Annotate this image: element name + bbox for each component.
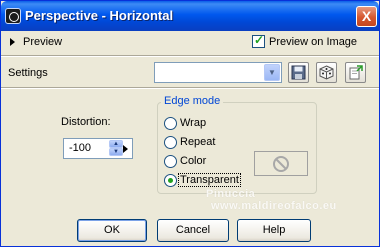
radio-wrap-label[interactable]: Wrap — [180, 117, 206, 129]
distortion-spinner[interactable]: ▲ ▼ — [109, 140, 123, 157]
radio-color[interactable] — [164, 155, 177, 168]
radio-repeat[interactable] — [164, 136, 177, 149]
spin-down-icon[interactable]: ▼ — [109, 148, 123, 156]
ok-button[interactable]: OK — [77, 219, 147, 242]
distortion-label: Distortion: — [61, 116, 111, 128]
save-preset-icon — [291, 65, 306, 80]
disabled-icon — [273, 156, 289, 172]
save-preset-button[interactable] — [288, 62, 309, 83]
divider — [1, 55, 379, 57]
edge-mode-title: Edge mode — [161, 95, 224, 107]
expand-preview-icon[interactable] — [10, 38, 15, 46]
spin-up-icon[interactable]: ▲ — [109, 140, 123, 148]
checkmark-icon: ✓ — [254, 33, 265, 47]
cancel-button[interactable]: Cancel — [157, 219, 229, 242]
radio-transparent[interactable] — [164, 174, 177, 187]
watermark-line2: www.maldireofalco.eu — [211, 200, 337, 212]
title-bar[interactable]: Perspective - Horizontal X — [1, 1, 379, 31]
randomize-icon — [319, 65, 334, 80]
chevron-down-icon[interactable]: ▼ — [264, 64, 280, 81]
preview-on-image-label[interactable]: Preview on Image — [269, 36, 357, 48]
distortion-value[interactable]: -100 — [69, 142, 91, 154]
close-button[interactable]: X — [356, 6, 377, 27]
radio-wrap[interactable] — [164, 117, 177, 130]
window-title: Perspective - Horizontal — [25, 8, 174, 23]
reset-button[interactable] — [345, 62, 366, 83]
radio-repeat-label[interactable]: Repeat — [180, 136, 215, 148]
dialog-window: Perspective - Horizontal X Preview ✓ Pre… — [0, 0, 380, 247]
reset-icon — [349, 65, 363, 80]
divider — [1, 87, 379, 89]
app-icon — [5, 8, 21, 24]
edge-color-swatch[interactable] — [254, 151, 308, 176]
slider-popout-icon[interactable] — [123, 145, 128, 153]
radio-transparent-label[interactable]: Transparent — [178, 173, 241, 187]
randomize-button[interactable] — [316, 62, 337, 83]
preview-on-image-checkbox[interactable]: ✓ — [252, 33, 265, 48]
preview-toggle-label[interactable]: Preview — [23, 36, 62, 48]
settings-label: Settings — [8, 67, 48, 79]
radio-color-label[interactable]: Color — [180, 155, 206, 167]
watermark-line1: Pinuccia — [206, 188, 256, 200]
help-button[interactable]: Help — [237, 219, 311, 242]
settings-dropdown[interactable]: ▼ — [154, 62, 282, 83]
